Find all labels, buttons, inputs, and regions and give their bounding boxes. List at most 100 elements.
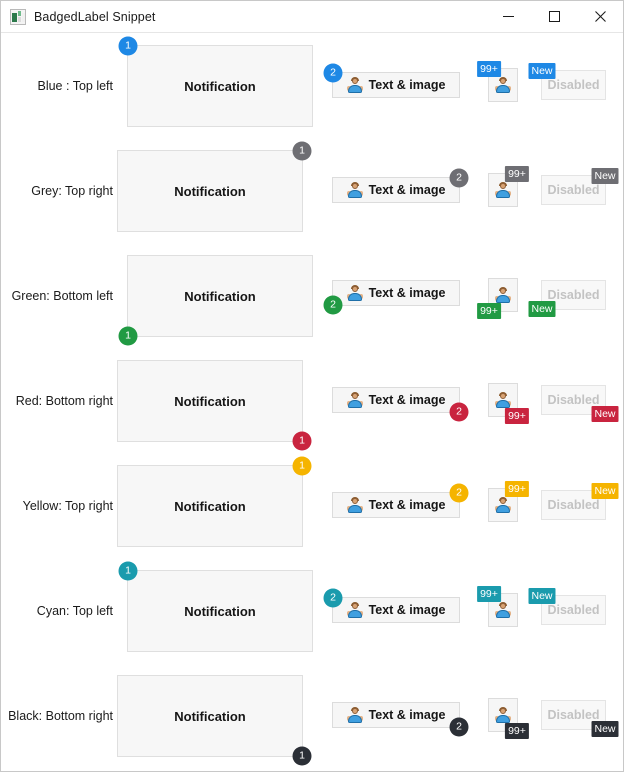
disabled-label: Disabled	[547, 603, 600, 617]
row-label-wrap: Blue : Top left	[1, 33, 113, 138]
text-image-button[interactable]: Text & image 2	[323, 63, 460, 98]
notification-panel-wrap: Notification 1	[117, 675, 312, 766]
user-avatar-icon	[346, 707, 363, 723]
row-label-wrap: Red: Bottom right	[1, 348, 113, 453]
user-avatar-icon	[495, 182, 511, 198]
row-label-wrap: Black: Bottom right	[1, 663, 113, 768]
icon-only-button[interactable]: 99+	[477, 61, 518, 102]
row-label-wrap: Grey: Top right	[1, 138, 113, 243]
user-avatar-icon	[495, 392, 511, 408]
notification-panel-wrap: Notification 1	[117, 360, 312, 451]
row-label-wrap: Cyan: Top left	[1, 558, 113, 663]
new-badge: New	[528, 301, 556, 317]
text-image-button-wrap: Text & image 2	[323, 588, 460, 623]
user-avatar-icon	[346, 602, 363, 618]
text-image-button[interactable]: Text & image 2	[323, 588, 460, 623]
overflow-badge: 99+	[477, 61, 501, 77]
user-avatar-icon	[346, 285, 363, 301]
notification-panel-wrap: Notification 1	[118, 561, 313, 652]
notification-panel-wrap: Notification 1	[117, 141, 312, 232]
notification-badge: 1	[118, 36, 138, 56]
notification-badge: 1	[292, 141, 312, 161]
notification-badge: 1	[118, 326, 138, 346]
user-avatar-icon	[346, 77, 363, 93]
app-icon	[10, 8, 26, 25]
text-image-badge: 2	[323, 63, 343, 83]
close-button[interactable]	[577, 1, 623, 32]
badge-row: Cyan: Top left Notification 1 Text & image 2…	[1, 558, 623, 663]
disabled-button-wrap: Disabled New	[528, 588, 606, 625]
disabled-button-wrap: Disabled New	[541, 700, 619, 737]
badge-row: Green: Bottom left Notification 1 Text & im…	[1, 243, 623, 348]
overflow-badge: 99+	[477, 303, 501, 319]
row-label-wrap: Yellow: Top right	[1, 453, 113, 558]
disabled-button: Disabled New	[528, 63, 606, 100]
text-image-label: Text & image	[368, 393, 446, 407]
text-image-badge: 2	[323, 588, 343, 608]
text-image-button-wrap: Text & image 2	[332, 387, 469, 422]
disabled-button-wrap: Disabled New	[541, 168, 619, 205]
badge-row: Blue : Top left Notification 1 Text & image…	[1, 33, 623, 138]
new-badge: New	[591, 483, 619, 499]
row-label: Green: Bottom left	[11, 288, 113, 303]
notification-panel[interactable]: Notification 1	[118, 36, 313, 127]
badge-row: Red: Bottom right Notification 1 Text & ima…	[1, 348, 623, 453]
badge-row: Black: Bottom right Notification 1 Text & i…	[1, 663, 623, 768]
row-label: Red: Bottom right	[15, 393, 113, 408]
disabled-label: Disabled	[547, 78, 600, 92]
notification-panel[interactable]: Notification 1	[117, 456, 312, 547]
notification-badge: 1	[292, 456, 312, 476]
icon-only-button[interactable]: 99+	[488, 166, 529, 207]
icon-only-button[interactable]: 99+	[477, 586, 518, 627]
disabled-button: Disabled New	[541, 483, 619, 520]
notification-panel[interactable]: Notification 1	[117, 141, 312, 232]
notification-panel[interactable]: Notification 1	[118, 255, 313, 346]
user-avatar-icon	[495, 77, 511, 93]
disabled-button-wrap: Disabled New	[541, 385, 619, 422]
text-image-badge: 2	[449, 168, 469, 188]
notification-label: Notification	[184, 78, 256, 94]
disabled-button: Disabled New	[541, 385, 619, 422]
notification-panel[interactable]: Notification 1	[118, 561, 313, 652]
text-image-button[interactable]: Text & image 2	[332, 483, 469, 518]
text-image-button-wrap: Text & image 2	[332, 483, 469, 518]
text-image-label: Text & image	[368, 78, 446, 92]
app-window: BadgedLabel Snippet Blue : Top left Notif…	[0, 0, 624, 772]
text-image-button[interactable]: Text & image 2	[332, 387, 469, 422]
notification-panel[interactable]: Notification 1	[117, 675, 312, 766]
icon-button-wrap: 99+	[488, 383, 529, 424]
overflow-badge: 99+	[505, 408, 529, 424]
icon-button-wrap: 99+	[477, 61, 518, 102]
maximize-button[interactable]	[531, 1, 577, 32]
new-badge: New	[591, 406, 619, 422]
disabled-label: Disabled	[547, 183, 600, 197]
disabled-button: Disabled New	[528, 588, 606, 625]
text-image-button[interactable]: Text & image 2	[332, 702, 469, 737]
overflow-badge: 99+	[505, 481, 529, 497]
window-controls	[485, 1, 623, 32]
icon-only-button[interactable]: 99+	[488, 481, 529, 522]
icon-button-wrap: 99+	[488, 166, 529, 207]
icon-only-button[interactable]: 99+	[477, 278, 518, 319]
text-image-badge: 2	[323, 295, 343, 315]
disabled-label: Disabled	[547, 708, 600, 722]
notification-label: Notification	[174, 498, 246, 514]
badge-row: Yellow: Top right Notification 1 Text & ima…	[1, 453, 623, 558]
text-image-badge: 2	[449, 717, 469, 737]
text-image-button-wrap: Text & image 2	[323, 63, 460, 98]
new-badge: New	[591, 168, 619, 184]
icon-only-button[interactable]: 99+	[488, 698, 529, 739]
user-avatar-icon	[346, 392, 363, 408]
rows-container: Blue : Top left Notification 1 Text & image…	[1, 33, 623, 772]
icon-only-button[interactable]: 99+	[488, 383, 529, 424]
minimize-button[interactable]	[485, 1, 531, 32]
text-image-button[interactable]: Text & image 2	[332, 168, 469, 203]
notification-label: Notification	[184, 603, 256, 619]
disabled-button-wrap: Disabled New	[528, 63, 606, 100]
icon-button-wrap: 99+	[488, 698, 529, 739]
text-image-label: Text & image	[368, 498, 446, 512]
text-image-button[interactable]: Text & image 2	[323, 280, 460, 315]
notification-panel[interactable]: Notification 1	[117, 360, 312, 451]
disabled-label: Disabled	[547, 288, 600, 302]
text-image-button-wrap: Text & image 2	[332, 168, 469, 203]
